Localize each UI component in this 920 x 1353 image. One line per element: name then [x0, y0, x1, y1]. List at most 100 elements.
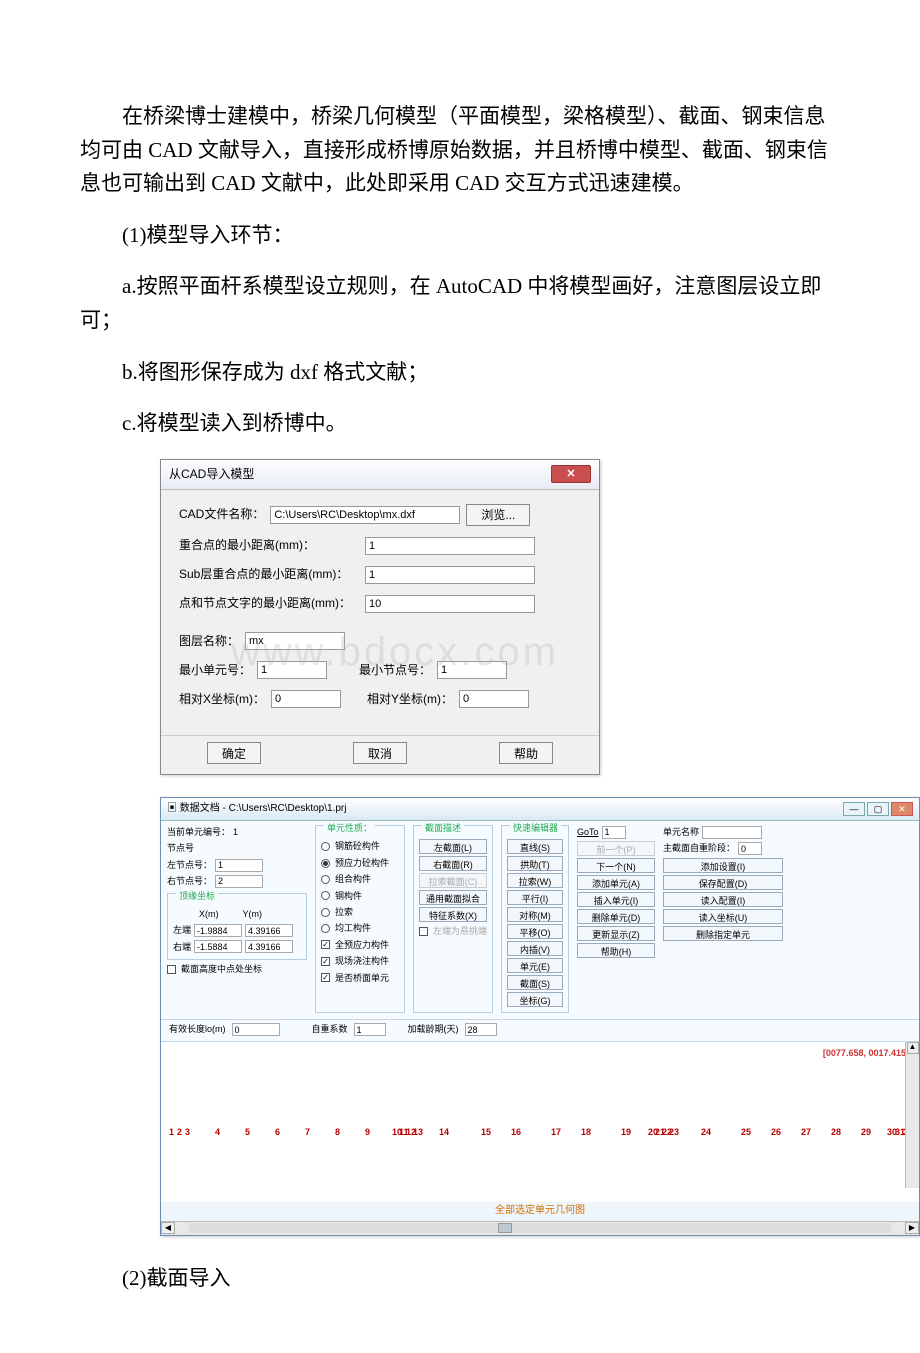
goto-label: GoTo	[577, 825, 599, 839]
axis-tick: 8	[335, 1125, 340, 1139]
radio-r2[interactable]	[321, 859, 330, 868]
maximize-icon[interactable]: ▢	[867, 802, 889, 816]
rightnode-input[interactable]	[215, 875, 263, 888]
coord-button[interactable]: 坐标(G)	[507, 992, 563, 1007]
check-c1[interactable]	[321, 940, 330, 949]
savecfg-button[interactable]: 保存配置(D)	[663, 875, 783, 890]
axis-tick: 25	[741, 1125, 751, 1139]
scroll-up-icon[interactable]: ▲	[907, 1042, 919, 1054]
cancel-button[interactable]: 取消	[353, 742, 407, 764]
check-c2[interactable]	[321, 957, 330, 966]
r4-label: 钢构件	[335, 889, 362, 903]
cadfile-input[interactable]	[270, 506, 460, 524]
app-title: ▣ 数据文档 - C:\Users\RC\Desktop\1.prj	[167, 801, 346, 817]
ry-input[interactable]	[245, 940, 293, 953]
loadage-input[interactable]	[465, 1023, 497, 1036]
axis-tick: 15	[481, 1125, 491, 1139]
scroll-thumb[interactable]	[498, 1223, 512, 1233]
rely-input[interactable]	[459, 690, 529, 708]
r5-label: 拉索	[335, 905, 353, 919]
radio-r3[interactable]	[321, 875, 330, 884]
relx-input[interactable]	[271, 690, 341, 708]
sec-center-label: 截面高度中点处坐标	[181, 962, 262, 976]
canvas-footer: 全部选定单元几何图	[161, 1202, 919, 1221]
paragraph-step1b: b.将图形保存成为 dxf 格式文献；	[80, 356, 840, 390]
app-titlebar[interactable]: ▣ 数据文档 - C:\Users\RC\Desktop\1.prj — ▢ ✕	[161, 798, 919, 821]
delunit-button[interactable]: 删除单元(D)	[577, 909, 655, 924]
radio-r4[interactable]	[321, 891, 330, 900]
delselunit-button[interactable]: 删除指定单元	[663, 926, 783, 941]
radio-r1[interactable]	[321, 842, 330, 851]
cable-button[interactable]: 拉索(W)	[507, 873, 563, 888]
addunit-button[interactable]: 添加单元(A)	[577, 875, 655, 890]
cantilever-checkbox[interactable]	[419, 927, 428, 936]
insunit-button[interactable]: 插入单元(I)	[577, 892, 655, 907]
next-button[interactable]: 下一个(N)	[577, 858, 655, 873]
dialog-title: 从CAD导入模型	[169, 465, 254, 484]
radio-r6[interactable]	[321, 924, 330, 933]
arch-button[interactable]: 拱助(T)	[507, 856, 563, 871]
unit-button[interactable]: 单元(E)	[507, 958, 563, 973]
r6-label: 均工构件	[335, 921, 371, 935]
paragraph-step2: (2)截面导入	[80, 1262, 840, 1296]
line-button[interactable]: 直线(S)	[507, 839, 563, 854]
rightsec-button[interactable]: 右截面(R)	[419, 856, 487, 871]
browse-button[interactable]: 浏览...	[466, 504, 530, 526]
help2-button[interactable]: 帮助(H)	[577, 943, 655, 958]
scroll-right-icon[interactable]: ▶	[905, 1222, 919, 1234]
dialog-titlebar[interactable]: 从CAD导入模型 ✕	[161, 460, 599, 490]
paragraph-step1c: c.将模型读入到桥博中。	[80, 407, 840, 441]
update-button[interactable]: 更新显示(Z)	[577, 926, 655, 941]
axis-tick: 5	[245, 1125, 250, 1139]
geometry-canvas[interactable]: [0077.658, 0017.415] 1234567891011121314…	[161, 1042, 919, 1202]
addcfg-button[interactable]: 添加设置(I)	[663, 858, 783, 873]
minunit-input[interactable]	[257, 661, 327, 679]
fitsec-button[interactable]: 通用截面拟合	[419, 890, 487, 905]
readcoord-button[interactable]: 读入坐标(U)	[663, 909, 783, 924]
mindist-input[interactable]	[365, 537, 535, 555]
unitname-input[interactable]	[702, 826, 762, 839]
minimize-icon[interactable]: —	[843, 802, 865, 816]
efflen-input[interactable]	[232, 1023, 280, 1036]
radio-r5[interactable]	[321, 908, 330, 917]
leftsec-button[interactable]: 左截面(L)	[419, 839, 487, 854]
rx-input[interactable]	[194, 940, 242, 953]
axis-tick: 18	[581, 1125, 591, 1139]
mirror-button[interactable]: 对称(M)	[507, 907, 563, 922]
scroll-left-icon[interactable]: ◀	[161, 1222, 175, 1234]
axis-tick: 29	[861, 1125, 871, 1139]
selfcoef-input[interactable]	[354, 1023, 386, 1036]
textdist-input[interactable]	[365, 595, 535, 613]
submindist-input[interactable]	[365, 566, 535, 584]
rightend-label: 右端	[173, 940, 191, 954]
interp-button[interactable]: 内插(V)	[507, 941, 563, 956]
vertical-scrollbar[interactable]: ▲	[905, 1042, 919, 1188]
mindist-label: 重合点的最小距离(mm)：	[179, 536, 359, 555]
ok-button[interactable]: 确定	[207, 742, 261, 764]
mainsec-input[interactable]	[738, 842, 762, 855]
goto-input[interactable]	[602, 826, 626, 839]
layer-input[interactable]	[245, 632, 345, 650]
close-icon[interactable]: ✕	[551, 465, 591, 483]
axis-tick: 27	[801, 1125, 811, 1139]
readcfg-button[interactable]: 读入配置(I)	[663, 892, 783, 907]
axis-tick: 24	[701, 1125, 711, 1139]
check-c3[interactable]	[321, 973, 330, 982]
leftnode-input[interactable]	[215, 859, 263, 872]
minnode-input[interactable]	[437, 661, 507, 679]
ly-input[interactable]	[245, 924, 293, 937]
cursor-coord: [0077.658, 0017.415]	[823, 1046, 909, 1060]
paragraph-step1: (1)模型导入环节：	[80, 219, 840, 253]
parallel-button[interactable]: 平行(I)	[507, 890, 563, 905]
c2-label: 现场浇注构件	[335, 954, 389, 968]
translate-button[interactable]: 平移(O)	[507, 924, 563, 939]
charcoef-button[interactable]: 特征系数(X)	[419, 907, 487, 922]
sec-button[interactable]: 截面(S)	[507, 975, 563, 990]
help-button[interactable]: 帮助	[499, 742, 553, 764]
horizontal-scrollbar[interactable]: ◀ ▶	[161, 1221, 919, 1235]
y-header: Y(m)	[243, 907, 263, 921]
axis-tick: 19	[621, 1125, 631, 1139]
lx-input[interactable]	[194, 924, 242, 937]
sec-center-checkbox[interactable]	[167, 965, 176, 974]
close-window-icon[interactable]: ✕	[891, 802, 913, 816]
